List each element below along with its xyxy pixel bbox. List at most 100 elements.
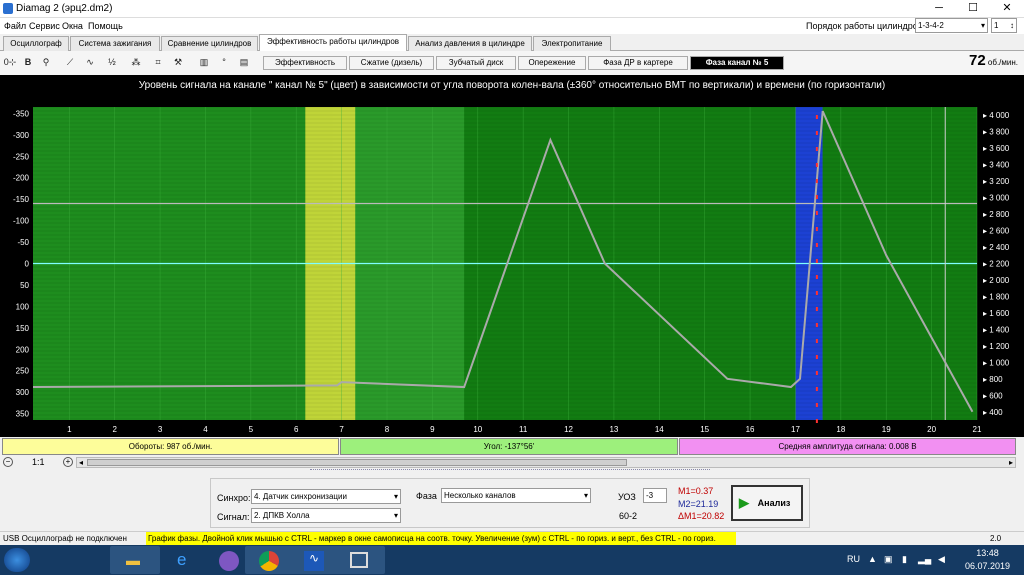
y2-tick-label: ▸ 3 200: [983, 177, 1010, 186]
phase-marker-dot: [815, 227, 818, 231]
status-row: Обороты: 987 об./мин. Угол: -137°56' Сре…: [2, 438, 1016, 455]
signal-select[interactable]: 2. ДПКВ Холла ▾: [251, 508, 401, 523]
tray-network-icon[interactable]: ▮: [902, 554, 907, 565]
scroll-left-icon[interactable]: ◂: [79, 458, 83, 467]
tray-expand-icon[interactable]: ▲: [868, 554, 877, 564]
filter-icon[interactable]: ⚲: [38, 54, 54, 70]
menu-service[interactable]: Сервис: [29, 21, 60, 31]
chart-line-icon[interactable]: ⟋: [62, 54, 78, 70]
scale-half-icon[interactable]: ½: [104, 54, 120, 70]
phase-marker-dot: [815, 115, 818, 119]
signal-icon[interactable]: ▂▄: [918, 554, 931, 565]
language-indicator[interactable]: RU: [847, 554, 860, 564]
scrollbar-thumb[interactable]: [87, 459, 627, 466]
chevron-down-icon: ▾: [583, 491, 588, 500]
signal-label: Сигнал:: [217, 512, 250, 522]
histogram-icon[interactable]: ▤: [236, 54, 252, 70]
y2-tick-label: ▸ 800: [983, 375, 1003, 384]
usb-status: USB Осциллограф не подключен: [3, 534, 127, 543]
tab-advance[interactable]: Опережение: [518, 56, 586, 70]
menu-bar: Файл Сервис Окна Помощь Порядок работы ц…: [0, 18, 1024, 34]
tool-icon[interactable]: ⚒: [170, 54, 186, 70]
phase-marker-dot: [815, 163, 818, 167]
x-tick-label: 10: [473, 425, 482, 434]
menu-file[interactable]: Файл: [4, 21, 26, 31]
taskbar-window[interactable]: [335, 546, 385, 574]
y2-tick-label: ▸ 3 400: [983, 161, 1010, 170]
minimize-button[interactable]: ─: [922, 0, 956, 18]
uoz-spinner[interactable]: -3: [643, 488, 667, 503]
taskbar-diamag[interactable]: ∿: [290, 546, 340, 574]
cursor-icon[interactable]: 0⊹: [2, 54, 18, 70]
tab-ignition[interactable]: Система зажигания: [70, 36, 160, 51]
horizontal-scrollbar[interactable]: ◂ ▸: [76, 457, 1016, 468]
tab-efficiency[interactable]: Эффективность: [263, 56, 347, 70]
x-tick-label: 11: [519, 425, 528, 434]
x-tick-label: 3: [158, 425, 163, 434]
y-tick-label: -100: [13, 217, 30, 226]
hint-text: График фазы. Двойной клик мышью с CTRL -…: [146, 532, 736, 545]
sync-label: Синхро:: [217, 493, 251, 503]
marker-delta: ΔM1=20.82: [678, 511, 725, 521]
x-tick-label: 17: [791, 425, 800, 434]
phase-marker-dot: [815, 419, 818, 423]
tab-compression[interactable]: Сжатие (дизель): [349, 56, 434, 70]
x-tick-label: 7: [339, 425, 344, 434]
app-icon: [3, 3, 13, 14]
tab-gear-disk[interactable]: Зубчатый диск: [436, 56, 516, 70]
zoom-in-icon[interactable]: +: [63, 457, 73, 467]
version-label: 2.0: [990, 534, 1002, 543]
tree-icon[interactable]: ⁂: [128, 54, 144, 70]
tab-power[interactable]: Электропитание: [533, 36, 611, 51]
rpm-readout: 72 об./мин.: [969, 52, 1018, 69]
phase-select[interactable]: Несколько каналов ▾: [441, 488, 591, 503]
menu-windows[interactable]: Окна: [62, 21, 83, 31]
clock-time: 13:48: [976, 548, 999, 558]
analyze-button[interactable]: ▶ Анализ: [731, 485, 803, 521]
bottom-status-bar: USB Осциллограф не подключен График фазы…: [0, 531, 1024, 545]
tab-channel-5-phase[interactable]: Фаза канал № 5: [690, 56, 784, 70]
x-tick-label: 13: [609, 425, 618, 434]
menu-help[interactable]: Помощь: [88, 21, 123, 31]
tab-crankcase-phase[interactable]: Фаза ДР в картере: [588, 56, 688, 70]
bars-icon[interactable]: ▥: [196, 54, 212, 70]
cylinder-order-label: Порядок работы цилиндров: [806, 21, 923, 31]
volume-icon[interactable]: ◀: [938, 554, 945, 565]
marker-m2: M2=21.19: [678, 499, 719, 509]
uoz-label: УОЗ: [618, 492, 636, 502]
y-tick-label: 350: [16, 410, 30, 419]
start-button[interactable]: [4, 548, 30, 572]
phase-heatmap-chart[interactable]: 1 2 3 4 5 6 7 8 9 10 11 12 13 14 15 16 17 18 19 20 21-350-30…: [0, 75, 1024, 437]
tab-oscilloscope[interactable]: Осциллограф: [3, 36, 69, 51]
x-tick-label: 2: [112, 425, 117, 434]
taskbar-ie[interactable]: e: [160, 546, 210, 574]
sync-value: 4. Датчик синхронизации: [254, 492, 347, 501]
cylinder-order-select[interactable]: 1-3-4-2 ▾: [915, 18, 988, 33]
graph-icon[interactable]: ⌗: [150, 54, 166, 70]
y2-tick-label: ▸ 3 600: [983, 144, 1010, 153]
y-tick-label: 200: [16, 345, 30, 354]
tab-cylinder-efficiency[interactable]: Эффективность работы цилиндров: [259, 34, 407, 52]
x-tick-label: 14: [655, 425, 664, 434]
maximize-button[interactable]: ☐: [956, 0, 990, 18]
close-button[interactable]: ✕: [990, 0, 1024, 18]
degrees-icon[interactable]: °: [216, 54, 232, 70]
taskbar-explorer[interactable]: ▬: [110, 546, 160, 574]
tab-pressure-analysis[interactable]: Анализ давления в цилиндре: [408, 36, 532, 51]
waveform-icon: ∿: [304, 551, 324, 571]
zoom-out-icon[interactable]: −: [3, 457, 13, 467]
y-tick-label: -200: [13, 174, 30, 183]
panel-splitter[interactable]: [310, 469, 710, 473]
y-tick-label: 300: [16, 388, 30, 397]
taskbar-chrome[interactable]: [245, 546, 295, 574]
y2-tick-label: ▸ 1 000: [983, 358, 1010, 367]
tray-app-icon[interactable]: ▣: [884, 554, 893, 565]
wave-icon[interactable]: ∿: [82, 54, 98, 70]
phase-marker-dot: [815, 195, 818, 199]
sync-select[interactable]: 4. Датчик синхронизации ▾: [251, 489, 401, 504]
cylinder-number-spinner[interactable]: 1 ↕: [991, 18, 1017, 33]
bold-b-icon[interactable]: B: [20, 54, 36, 70]
scroll-right-icon[interactable]: ▸: [1009, 458, 1013, 467]
x-tick-label: 19: [882, 425, 891, 434]
tab-cylinder-compare[interactable]: Сравнение цилиндров: [161, 36, 258, 51]
